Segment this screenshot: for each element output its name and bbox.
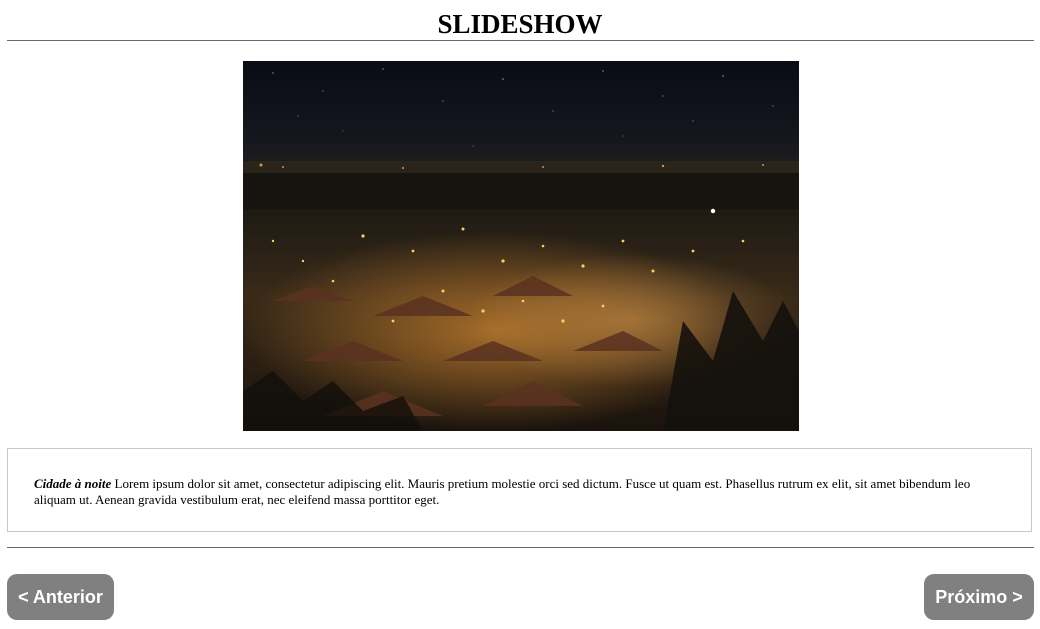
night-city-photo (243, 61, 799, 431)
next-button[interactable]: Próximo > (924, 574, 1034, 620)
caption-body: Lorem ipsum dolor sit amet, consectetur … (34, 476, 971, 507)
footer-divider (7, 547, 1034, 548)
previous-button[interactable]: < Anterior (7, 574, 114, 620)
caption-title: Cidade à noite (34, 476, 112, 491)
caption-text: Cidade à noite Lorem ipsum dolor sit ame… (34, 476, 994, 508)
title-divider (7, 40, 1034, 41)
page-title: SLIDESHOW (437, 9, 603, 39)
slideshow-page: SLIDESHOW Cidade à noite Lorem ipsum dol… (0, 0, 1040, 629)
slide-caption: Cidade à noite Lorem ipsum dolor sit ame… (7, 448, 1032, 532)
slide-image (243, 61, 799, 431)
